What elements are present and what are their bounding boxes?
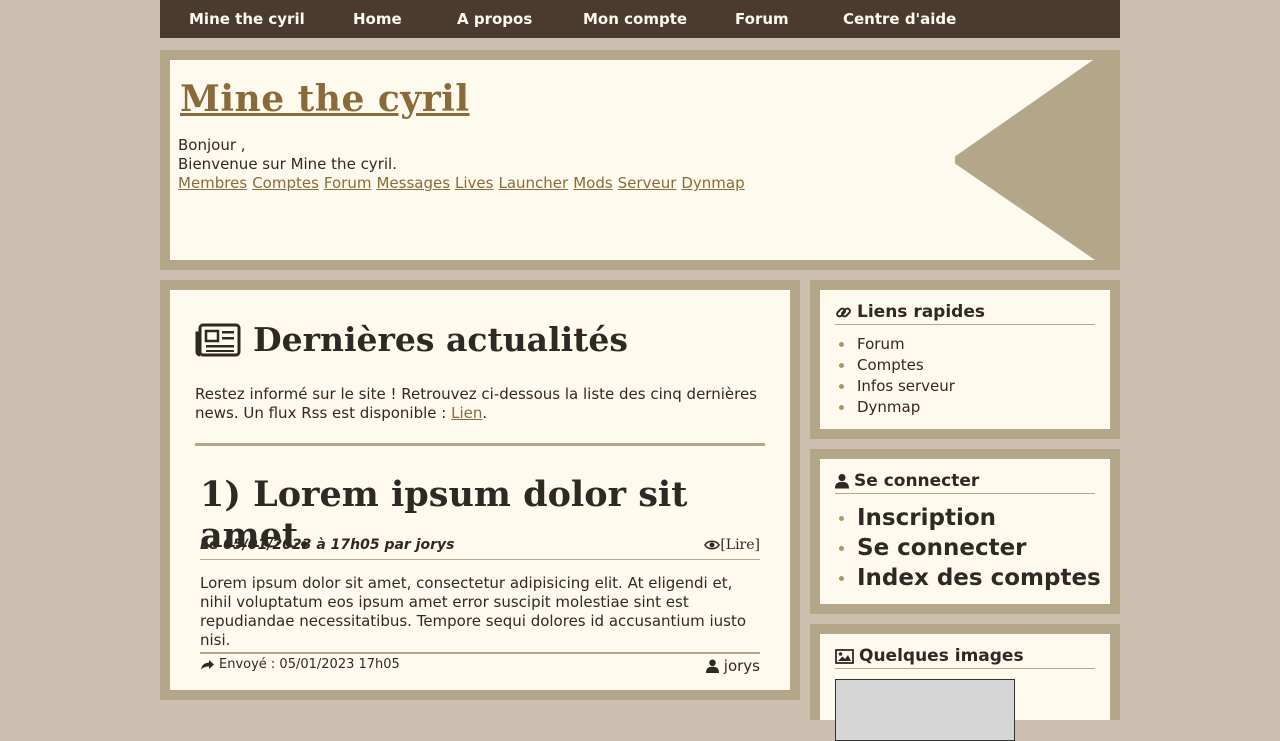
article-body: Lorem ipsum dolor sit amet, consectetur … xyxy=(200,574,747,649)
header-link-messages[interactable]: Messages xyxy=(376,174,450,192)
header-link-dynmap[interactable]: Dynmap xyxy=(681,174,744,192)
header-link-membres[interactable]: Membres xyxy=(178,174,247,192)
news-heading: Dernières actualités xyxy=(195,320,628,359)
welcome-text: Bienvenue sur Mine the cyril. xyxy=(178,155,397,173)
news-title: Dernières actualités xyxy=(253,320,628,359)
header-text: Bonjour , Bienvenue sur Mine the cyril. … xyxy=(178,136,750,193)
link-icon xyxy=(836,307,851,317)
nav-brand[interactable]: Mine the cyril xyxy=(189,0,305,38)
article-meta: Le 05/01/2023 à 17h05 par jorys [Lire] xyxy=(200,537,760,560)
quick-links-panel: Liens rapides Forum Comptes Infos serveu… xyxy=(820,290,1110,429)
images-heading: Quelques images xyxy=(835,644,1095,669)
eye-icon xyxy=(704,540,721,550)
user-icon xyxy=(705,659,719,673)
header-panel: Mine the cyril Bonjour , Bienvenue sur M… xyxy=(170,60,1110,260)
header-link-lives[interactable]: Lives xyxy=(455,174,493,192)
image-icon xyxy=(835,648,854,664)
author-name: jorys xyxy=(723,657,760,675)
user-icon xyxy=(835,474,849,489)
share-arrow-icon xyxy=(201,659,214,670)
quick-link-comptes[interactable]: Comptes xyxy=(839,355,955,376)
site-title[interactable]: Mine the cyril xyxy=(180,78,470,120)
header-link-launcher[interactable]: Launcher xyxy=(498,174,568,192)
quick-link-infos-serveur[interactable]: Infos serveur xyxy=(839,376,955,397)
login-panel: Se connecter Inscription Se connecter In… xyxy=(820,459,1110,604)
quick-links-list: Forum Comptes Infos serveur Dynmap xyxy=(835,334,955,418)
article-date-author: Le 05/01/2023 à 17h05 par jorys xyxy=(200,537,455,553)
gallery-image[interactable] xyxy=(835,679,1015,741)
sent-date: Envoyé : 05/01/2023 17h05 xyxy=(219,657,400,672)
login-heading: Se connecter xyxy=(835,469,1095,494)
login-title: Se connecter xyxy=(854,471,980,491)
nav-item-about[interactable]: A propos xyxy=(457,0,532,38)
intro-end: . xyxy=(482,404,488,422)
article-sent: Envoyé : 05/01/2023 17h05 xyxy=(200,657,400,672)
login-link-index-comptes[interactable]: Index des comptes xyxy=(839,563,1101,593)
images-panel: Quelques images xyxy=(820,634,1110,741)
header-link-forum[interactable]: Forum xyxy=(324,174,372,192)
login-list: Inscription Se connecter Index des compt… xyxy=(835,503,1101,593)
rss-link[interactable]: Lien xyxy=(451,404,482,422)
nav-item-account[interactable]: Mon compte xyxy=(583,0,687,38)
news-panel: Dernières actualités Restez informé sur … xyxy=(170,290,790,690)
pennant-decoration xyxy=(955,60,1110,260)
images-title: Quelques images xyxy=(859,646,1024,666)
header-link-serveur[interactable]: Serveur xyxy=(618,174,677,192)
read-more-label: [Lire] xyxy=(720,537,760,553)
article-footer: Envoyé : 05/01/2023 17h05 jorys xyxy=(200,652,760,678)
login-link-se-connecter[interactable]: Se connecter xyxy=(839,533,1101,563)
header-link-comptes[interactable]: Comptes xyxy=(252,174,319,192)
quick-link-dynmap[interactable]: Dynmap xyxy=(839,397,955,418)
top-navbar: Mine the cyril Home A propos Mon compte … xyxy=(160,0,1120,38)
header-links: Membres Comptes Forum Messages Lives Launcher… xyxy=(178,174,750,193)
read-more-link[interactable]: [Lire] xyxy=(704,537,760,553)
login-link-inscription[interactable]: Inscription xyxy=(839,503,1101,533)
greeting-text: Bonjour , xyxy=(178,136,246,154)
quick-links-heading: Liens rapides xyxy=(835,300,1095,325)
news-intro: Restez informé sur le site ! Retrouvez c… xyxy=(195,385,765,423)
article-author: jorys xyxy=(705,657,760,675)
news-divider xyxy=(195,443,765,446)
quick-link-forum[interactable]: Forum xyxy=(839,334,955,355)
nav-item-home[interactable]: Home xyxy=(353,0,402,38)
quick-links-title: Liens rapides xyxy=(857,302,985,322)
header-link-mods[interactable]: Mods xyxy=(573,174,612,192)
nav-item-help[interactable]: Centre d'aide xyxy=(843,0,956,38)
nav-item-forum[interactable]: Forum xyxy=(735,0,789,38)
newspaper-icon xyxy=(195,323,241,356)
